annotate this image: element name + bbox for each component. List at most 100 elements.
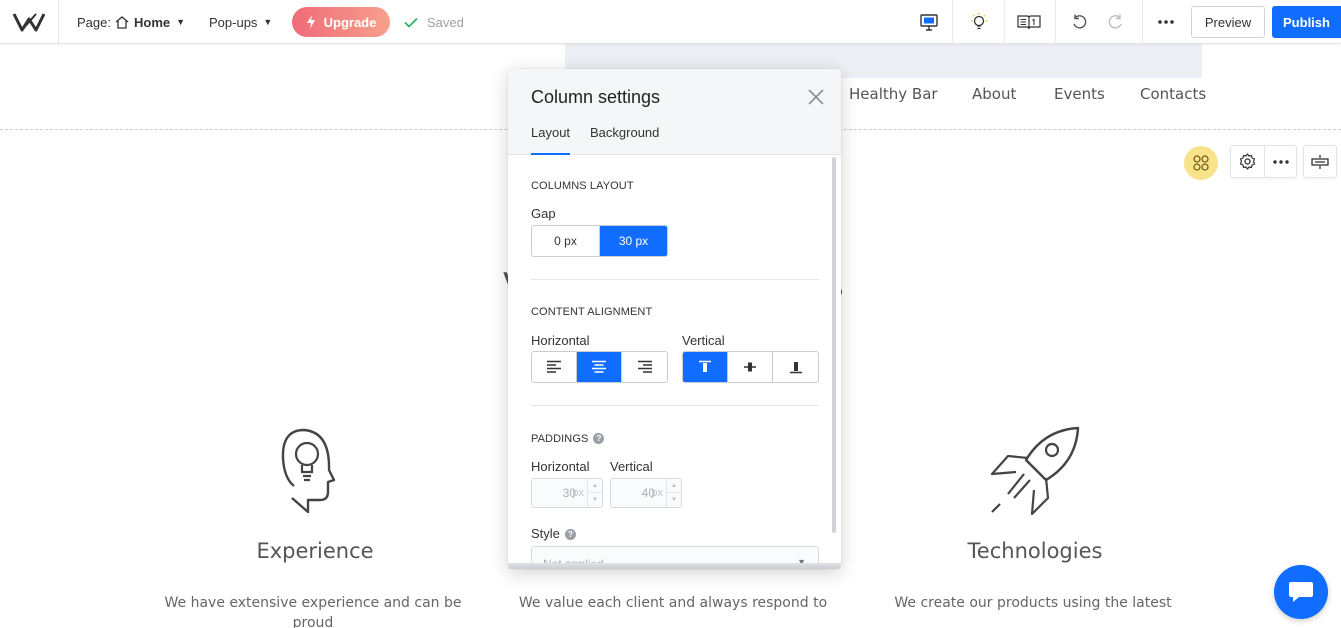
align-center-button[interactable] [577, 352, 622, 382]
undo-button[interactable] [1064, 8, 1094, 36]
nav-link-events[interactable]: Events [1054, 85, 1105, 103]
vertical-alignment-label: Vertical [682, 333, 725, 348]
align-left-button[interactable] [532, 352, 577, 382]
publish-button[interactable]: Publish [1272, 6, 1341, 38]
content-alignment-label: CONTENT ALIGNMENT [531, 306, 653, 318]
editor-toolbar: Page: Home ▼ Pop-ups ▼ Upgrade Saved Pre… [0, 0, 1341, 44]
checkmark-icon [404, 17, 418, 28]
paddings-label-text: PADDINGS [531, 433, 589, 445]
page-selector[interactable]: Page: Home ▼ [77, 0, 185, 44]
padding-vertical-unit: px [651, 487, 663, 499]
horizontal-alignment-toggle [531, 351, 668, 383]
help-center-button[interactable] [1014, 8, 1044, 36]
align-bottom-icon [789, 362, 802, 374]
align-right-icon [637, 360, 652, 373]
popups-menu[interactable]: Pop-ups ▼ [209, 0, 272, 44]
tab-background[interactable]: Background [590, 125, 659, 155]
panel-title: Column settings [531, 87, 661, 107]
style-label: Style? [531, 526, 576, 541]
gap-label: Gap [531, 206, 556, 221]
head-lightbulb-icon [281, 428, 336, 514]
help-icon[interactable]: ? [593, 433, 605, 444]
toolbar-divider [952, 0, 953, 44]
panel-bottom-edge [508, 563, 841, 569]
columns-layout-label: COLUMNS LAYOUT [531, 180, 634, 192]
chat-icon [1289, 582, 1313, 602]
chevron-up-icon[interactable]: ▲ [588, 479, 602, 493]
tips-button[interactable] [964, 8, 994, 36]
close-icon [808, 89, 824, 105]
stepper-arrows[interactable]: ▲ ▼ [587, 479, 602, 507]
align-bottom-button[interactable] [773, 352, 818, 382]
more-icon [1273, 159, 1289, 164]
padding-horizontal-unit: px [572, 487, 584, 499]
page-name: Home [133, 14, 171, 30]
section-layout-button[interactable] [1303, 145, 1337, 178]
feature-title-technologies: Technologies [967, 539, 1103, 563]
upgrade-label: Upgrade [323, 14, 377, 30]
logo-icon [12, 13, 46, 32]
align-right-button[interactable] [622, 352, 667, 382]
section-more-button[interactable] [1264, 146, 1297, 177]
padding-horizontal-label: Horizontal [531, 459, 590, 474]
panel-scrollbar[interactable] [832, 157, 836, 533]
toolbar-divider [1004, 0, 1005, 44]
page-prefix: Page: [77, 14, 111, 30]
padding-vertical-stepper[interactable]: 40 px ▲ ▼ [610, 478, 682, 508]
home-icon [115, 15, 129, 29]
feature-title-experience: Experience [256, 539, 374, 563]
column-settings-panel: Column settings Layout Background COLUMN… [508, 69, 841, 569]
lightbulb-icon [971, 13, 987, 30]
align-middle-button[interactable] [728, 352, 773, 382]
lightning-icon [306, 15, 315, 29]
more-options-button[interactable] [1151, 8, 1181, 36]
close-button[interactable] [805, 86, 827, 108]
divider [531, 279, 819, 280]
nav-link-about[interactable]: About [972, 85, 1016, 103]
more-icon [1158, 20, 1174, 24]
upgrade-button[interactable]: Upgrade [292, 7, 390, 37]
stepper-arrows[interactable]: ▲ ▼ [666, 479, 681, 507]
feature-text-experience: We have extensive experience and can be … [164, 595, 462, 628]
saved-label: Saved [427, 14, 464, 30]
gap-toggle: 0 px 30 px [531, 225, 668, 257]
align-top-button[interactable] [683, 352, 728, 382]
responsive-view-button[interactable] [914, 8, 944, 36]
padding-horizontal-stepper[interactable]: 30 px ▲ ▼ [531, 478, 603, 508]
toolbar-divider [1142, 0, 1143, 44]
gear-icon [1239, 153, 1256, 170]
feature-text-technologies: We create our products using the latest [894, 595, 1172, 611]
section-tools [1230, 145, 1297, 178]
nav-link-healthy-bar[interactable]: Healthy Bar [849, 85, 938, 103]
divider [531, 405, 819, 406]
section-settings-button[interactable] [1231, 146, 1264, 177]
redo-button[interactable] [1101, 8, 1131, 36]
chevron-up-icon[interactable]: ▲ [667, 479, 681, 493]
help-icon[interactable]: ? [564, 529, 576, 540]
popups-label: Pop-ups [209, 14, 258, 30]
redo-icon [1108, 14, 1122, 29]
gap-option-0px[interactable]: 0 px [532, 226, 600, 256]
align-top-icon [699, 360, 711, 372]
paddings-label: PADDINGS? [531, 433, 605, 445]
logo[interactable] [0, 0, 59, 44]
toolbar-divider [1055, 0, 1056, 44]
align-middle-icon [744, 362, 756, 372]
horizontal-alignment-label: Horizontal [531, 333, 590, 348]
align-center-icon [592, 360, 606, 373]
chat-button[interactable] [1274, 565, 1328, 619]
save-status: Saved [404, 0, 464, 44]
column-layout-button[interactable] [1184, 146, 1218, 180]
align-left-icon [547, 360, 561, 373]
style-label-text: Style [531, 526, 560, 541]
rocket-icon [990, 426, 1080, 516]
chevron-down-icon: ▼ [263, 17, 273, 27]
vertical-alignment-toggle [682, 351, 819, 383]
chevron-down-icon[interactable]: ▼ [588, 493, 602, 507]
chevron-down-icon[interactable]: ▼ [667, 493, 681, 507]
gap-option-30px[interactable]: 30 px [600, 226, 667, 256]
nav-link-contacts[interactable]: Contacts [1140, 85, 1206, 103]
preview-button[interactable]: Preview [1191, 6, 1265, 38]
tab-layout[interactable]: Layout [531, 125, 571, 155]
panel-header: Column settings Layout Background [508, 69, 841, 155]
